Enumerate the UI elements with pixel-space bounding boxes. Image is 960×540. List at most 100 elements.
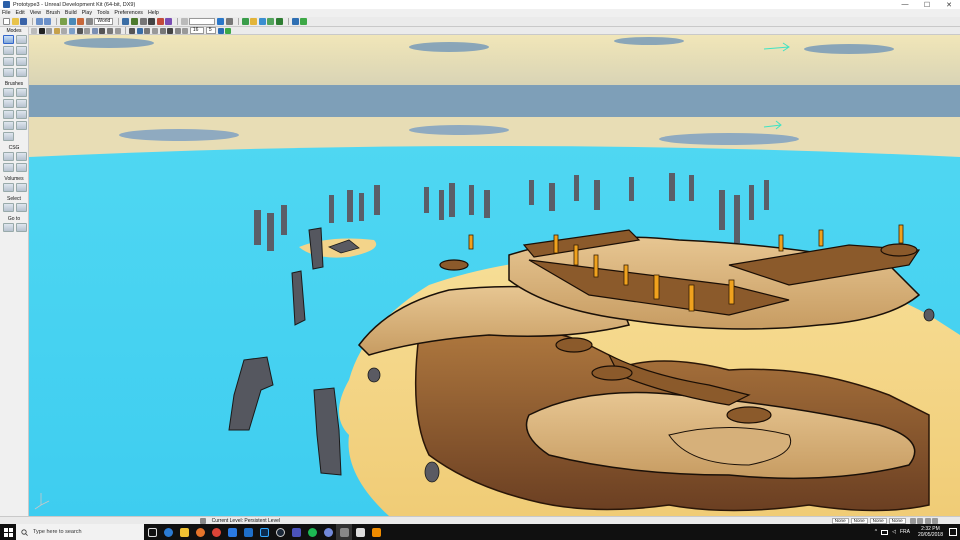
taskbar-search-box[interactable]: Type here to search — [16, 524, 144, 540]
linear-stair-brush-button[interactable] — [3, 110, 14, 119]
notifications-icon[interactable] — [949, 528, 957, 536]
menu-brush[interactable]: Brush — [46, 10, 60, 16]
show-selected-button[interactable] — [3, 203, 14, 212]
csg-deintersect-button[interactable] — [16, 163, 27, 172]
reflections-icon[interactable] — [106, 27, 113, 34]
non-uniform-scale-icon[interactable] — [85, 18, 93, 25]
rotation-grid-status-icon[interactable] — [917, 517, 924, 524]
drag-grid-status-icon[interactable] — [909, 517, 916, 524]
mail-icon[interactable] — [240, 524, 256, 540]
csg-add-button[interactable] — [3, 152, 14, 161]
maximize-button[interactable]: ☐ — [916, 0, 938, 9]
explorer-icon[interactable] — [176, 524, 192, 540]
game-view-icon[interactable] — [136, 27, 143, 34]
media-player-icon[interactable] — [368, 524, 384, 540]
search-actors-icon[interactable] — [180, 18, 188, 25]
cone-brush-button[interactable] — [16, 88, 27, 97]
viewport-play-start-icon[interactable] — [225, 27, 232, 34]
chrome-icon[interactable] — [208, 524, 224, 540]
perspective-icon[interactable] — [38, 27, 45, 34]
save-icon[interactable] — [20, 18, 28, 25]
scene-manager-icon[interactable] — [148, 18, 156, 25]
steam-icon[interactable] — [272, 524, 288, 540]
spiral-stair-brush-button[interactable] — [3, 121, 14, 130]
static-mesh-button[interactable] — [16, 57, 27, 66]
autosave-status-icon[interactable] — [932, 517, 939, 524]
lit-icon[interactable] — [61, 27, 68, 34]
menu-edit[interactable]: Edit — [16, 10, 25, 16]
kismet-icon[interactable] — [156, 18, 164, 25]
texture-density-icon[interactable] — [84, 27, 91, 34]
geometry-mode-button[interactable] — [16, 35, 27, 44]
play-in-editor-icon[interactable] — [300, 18, 308, 25]
landscape-button[interactable] — [16, 68, 27, 77]
lighting-only-icon[interactable] — [68, 27, 75, 34]
volume-shield-button[interactable] — [16, 183, 27, 192]
curved-stair-brush-button[interactable] — [3, 99, 14, 108]
camera-speed-icon[interactable] — [144, 27, 151, 34]
redo-icon[interactable] — [44, 18, 52, 25]
search-box[interactable] — [189, 18, 216, 25]
cylinder-brush-button[interactable] — [16, 99, 27, 108]
build-geometry-icon[interactable] — [241, 18, 249, 25]
texture-align-button[interactable] — [16, 46, 27, 55]
viewport-play-icon[interactable] — [217, 27, 224, 34]
menu-view[interactable]: View — [30, 10, 41, 16]
undo-icon[interactable] — [35, 18, 43, 25]
foliage-button[interactable] — [3, 68, 14, 77]
play-in-viewport-icon[interactable] — [291, 18, 299, 25]
csg-subtract-button[interactable] — [16, 152, 27, 161]
open-folder-icon[interactable] — [11, 18, 19, 25]
coordinate-system-select[interactable]: World — [94, 18, 114, 25]
generic-browser-icon[interactable] — [130, 18, 138, 25]
translate-icon[interactable] — [59, 18, 67, 25]
light-complexity-icon[interactable] — [76, 27, 83, 34]
close-button[interactable]: ✕ — [938, 0, 960, 9]
menu-preferences[interactable]: Preferences — [114, 10, 143, 16]
actor-classes-icon[interactable] — [139, 18, 147, 25]
unlit-icon[interactable] — [53, 27, 60, 34]
menu-play[interactable]: Play — [82, 10, 92, 16]
discord-icon[interactable] — [320, 524, 336, 540]
stats-icon[interactable] — [174, 27, 181, 34]
cube-brush-button[interactable] — [3, 88, 14, 97]
angle-snap-select[interactable]: 5 — [205, 27, 216, 34]
firefox-icon[interactable] — [192, 524, 208, 540]
build-lighting-icon[interactable] — [250, 18, 258, 25]
goto-actor-button[interactable] — [3, 223, 14, 232]
build-all-icon[interactable] — [276, 18, 284, 25]
store-icon[interactable] — [224, 524, 240, 540]
realtime-toggle-icon[interactable] — [129, 27, 136, 34]
sheet-brush-button[interactable] — [16, 110, 27, 119]
show-flags-icon[interactable] — [159, 27, 166, 34]
matinee-icon[interactable] — [165, 18, 173, 25]
network-icon[interactable] — [881, 529, 889, 535]
photoshop-icon[interactable] — [256, 524, 272, 540]
teams-icon[interactable] — [288, 524, 304, 540]
task-view-button[interactable] — [144, 524, 160, 540]
viewport-type-icon[interactable] — [31, 27, 37, 34]
menu-build[interactable]: Build — [65, 10, 77, 16]
csg-intersect-button[interactable] — [3, 163, 14, 172]
mesh-paint-button[interactable] — [3, 57, 14, 66]
grid-size-select[interactable]: 16 — [189, 27, 204, 34]
rotation-grid-icon[interactable] — [226, 18, 234, 25]
build-paths-icon[interactable] — [258, 18, 266, 25]
udk-taskbar-icon[interactable] — [336, 524, 352, 540]
scale-grid-status-icon[interactable] — [924, 517, 931, 524]
language-indicator[interactable]: FRA — [900, 529, 910, 535]
collision-icon[interactable] — [114, 27, 121, 34]
spotify-icon[interactable] — [304, 524, 320, 540]
build-cover-icon[interactable] — [267, 18, 275, 25]
menu-tools[interactable]: Tools — [97, 10, 109, 16]
scale-icon[interactable] — [77, 18, 85, 25]
shader-complexity-icon[interactable] — [91, 27, 98, 34]
lightmap-density-icon[interactable] — [99, 27, 106, 34]
volume-icon[interactable]: ◁ — [892, 529, 896, 535]
add-volume-button[interactable] — [3, 183, 14, 192]
terrain-mode-button[interactable] — [3, 46, 14, 55]
fov-icon[interactable] — [182, 27, 189, 34]
camera-mode-button[interactable] — [3, 35, 14, 44]
content-browser-icon[interactable] — [122, 18, 130, 25]
notepad-icon[interactable] — [352, 524, 368, 540]
